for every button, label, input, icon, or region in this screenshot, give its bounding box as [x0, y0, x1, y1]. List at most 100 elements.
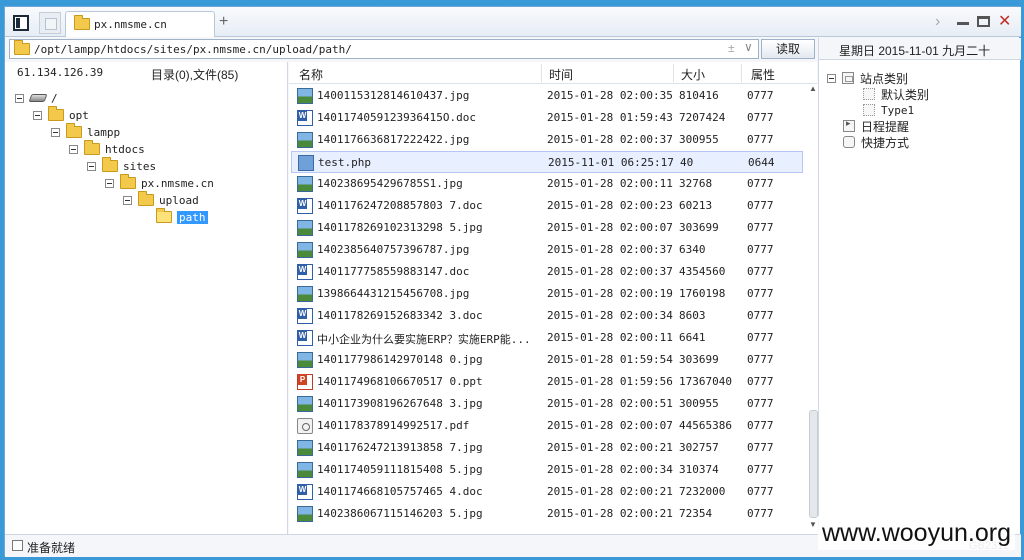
file-row[interactable]: 1402385640757396787.jpg 2015-01-28 02:00:…	[291, 239, 803, 261]
file-list-panel: 名称 时间 大小 属性 1400115312814610437.jpg 2015-…	[289, 62, 819, 534]
close-button[interactable]: ✕	[998, 11, 1011, 31]
maximize-button[interactable]	[977, 16, 990, 27]
file-row[interactable]: 1402386954296785S1.jpg 2015-01-28 02:00:1…	[291, 173, 803, 195]
file-row[interactable]: test.php 2015-11-01 06:25:17 40 0644	[291, 151, 803, 173]
minimize-button[interactable]	[957, 15, 969, 25]
tree-node-label: px.nmsme.cn	[141, 176, 214, 190]
file-time: 2015-01-28 02:00:07	[547, 221, 673, 234]
file-row[interactable]: 1401176247208857803 7.doc 2015-01-28 02:0…	[291, 195, 803, 217]
php-file-icon	[298, 155, 314, 171]
tree-node-label: sites	[123, 159, 157, 173]
tree-node-label: /	[51, 91, 58, 105]
collapse-icon[interactable]	[33, 110, 42, 120]
file-size: 60213	[679, 199, 713, 212]
jpg-file-icon	[297, 396, 313, 412]
file-row[interactable]: 1401178269152683342 3.doc 2015-01-28 02:0…	[291, 305, 803, 327]
col-size[interactable]: 大小	[681, 66, 705, 83]
file-name: 1401176247213913858 7.jpg	[317, 441, 483, 454]
file-row[interactable]: 1400115312814610437.jpg 2015-01-28 02:00:…	[291, 85, 803, 107]
file-row[interactable]: 1401173908196267648 3.jpg 2015-01-28 02:0…	[291, 393, 803, 415]
scroll-down-icon[interactable]: ▼	[809, 520, 817, 529]
file-name: 1401178269102313298 5.jpg	[317, 221, 483, 234]
col-time[interactable]: 时间	[549, 66, 573, 83]
col-attr[interactable]: 属性	[751, 66, 775, 83]
date-bar: 星期日 2015-11-01 九月二十	[819, 38, 1021, 60]
file-time: 2015-01-28 02:00:11	[547, 177, 673, 190]
file-name: 1402385640757396787.jpg	[317, 243, 470, 256]
collapse-icon[interactable]	[123, 195, 132, 205]
sort-icon[interactable]: ±	[728, 41, 735, 55]
tree-node[interactable]: htdocs	[69, 140, 145, 157]
site-tree-node[interactable]: 快捷方式	[843, 134, 909, 150]
file-row[interactable]: 1401174059111815408 5.jpg 2015-01-28 02:0…	[291, 459, 803, 481]
panel-toggle-icon[interactable]	[13, 15, 29, 31]
site-tree-node[interactable]: 站点类别	[827, 70, 908, 86]
file-name: test.php	[318, 156, 371, 169]
blank-tab-icon[interactable]	[39, 12, 61, 34]
file-name: 1401174059111815408 5.jpg	[317, 463, 483, 476]
collapse-icon[interactable]	[15, 93, 24, 103]
file-size: 17367040	[679, 375, 732, 388]
file-row[interactable]: 1401178378914992517.pdf 2015-01-28 02:00:…	[291, 415, 803, 437]
tab-site[interactable]: px.nmsme.cn	[65, 11, 215, 37]
site-tree-label: 日程提醒	[861, 119, 910, 134]
dropdown-icon[interactable]: ∨	[744, 40, 753, 54]
tree-node[interactable]: px.nmsme.cn	[105, 174, 214, 191]
file-name: 1401174968106670517 0.ppt	[317, 375, 483, 388]
collapse-icon[interactable]	[51, 127, 60, 137]
tree-node[interactable]: sites	[87, 157, 157, 174]
col-name[interactable]: 名称	[299, 66, 323, 83]
file-attr: 0644	[748, 156, 775, 169]
read-button[interactable]: 读取	[761, 39, 815, 59]
site-tree-label: 默认类别	[881, 87, 930, 102]
file-time: 2015-01-28 02:00:23	[547, 199, 673, 212]
sidebar-panel: 星期日 2015-11-01 九月二十 站点类别默认类别Type1 日程提醒快捷方…	[818, 38, 1021, 534]
chevron-right-icon[interactable]: ›	[935, 13, 940, 31]
file-name: 1402386067115146203 5.jpg	[317, 507, 483, 520]
col-separator[interactable]	[673, 64, 674, 82]
file-row[interactable]: 1401177986142970148 0.jpg 2015-01-28 01:5…	[291, 349, 803, 371]
tree-node[interactable]: opt	[33, 106, 89, 123]
collapse-icon[interactable]	[105, 178, 114, 188]
file-row[interactable]: 1401178269102313298 5.jpg 2015-01-28 02:0…	[291, 217, 803, 239]
doc-file-icon	[297, 198, 313, 214]
file-row[interactable]: 1401174968106670517 0.ppt 2015-01-28 01:5…	[291, 371, 803, 393]
file-row[interactable]: 1398664431215456708.jpg 2015-01-28 02:00:…	[291, 283, 803, 305]
file-name: 1402386954296785S1.jpg	[317, 177, 463, 190]
path-input[interactable]: /opt/lampp/htdocs/sites/px.nmsme.cn/uplo…	[9, 39, 759, 59]
file-row[interactable]: 中小企业为什么要实施ERP？实施ERP能... 2015-01-28 02:00:…	[291, 327, 803, 349]
file-size: 300955	[679, 397, 719, 410]
app-window: px.nmsme.cn + › ✕ /opt/lampp/htdocs/site…	[4, 6, 1021, 557]
file-row[interactable]: 1401177758559883147.doc 2015-01-28 02:00:…	[291, 261, 803, 283]
file-row[interactable]: 1401176247213913858 7.jpg 2015-01-28 02:0…	[291, 437, 803, 459]
scroll-up-icon[interactable]: ▲	[809, 84, 817, 93]
server-ip: 61.134.126.39	[17, 66, 104, 79]
col-separator[interactable]	[541, 64, 542, 82]
site-tree-node[interactable]: 日程提醒	[843, 118, 909, 134]
tree-node[interactable]: lampp	[51, 123, 120, 140]
site-tree-node[interactable]: 默认类别	[863, 86, 929, 102]
tree-node[interactable]: path	[141, 208, 208, 225]
site-tree-node[interactable]: Type1	[863, 102, 914, 118]
file-attr: 0777	[747, 199, 774, 212]
file-row[interactable]: 1402386067115146203 5.jpg 2015-01-28 02:0…	[291, 503, 803, 525]
date-text: 星期日 2015-11-01 九月二十	[839, 44, 991, 58]
scroll-thumb[interactable]	[809, 410, 818, 518]
doc-file-icon	[297, 484, 313, 500]
collapse-icon[interactable]	[69, 144, 78, 154]
file-attr: 0777	[747, 463, 774, 476]
folder-icon	[66, 123, 82, 138]
item-icon	[863, 88, 875, 100]
folder-icon	[74, 15, 90, 30]
folder-open-icon	[156, 208, 172, 223]
file-row[interactable]: 1401174059123936415O.doc 2015-01-28 01:59…	[291, 107, 803, 129]
col-separator[interactable]	[741, 64, 742, 82]
tree-node[interactable]: /	[15, 90, 58, 106]
file-attr: 0777	[747, 353, 774, 366]
tree-node[interactable]: upload	[123, 191, 199, 208]
collapse-icon[interactable]	[827, 73, 836, 83]
collapse-icon[interactable]	[87, 161, 96, 171]
file-row[interactable]: 1401174668105757465 4.doc 2015-01-28 02:0…	[291, 481, 803, 503]
new-tab-button[interactable]: +	[219, 13, 228, 31]
file-row[interactable]: 1401176636817222422.jpg 2015-01-28 02:00:…	[291, 129, 803, 151]
